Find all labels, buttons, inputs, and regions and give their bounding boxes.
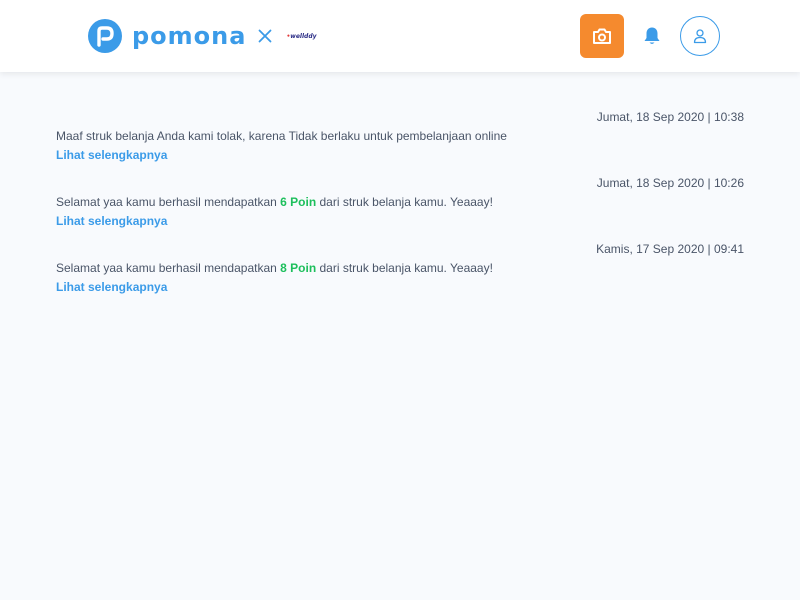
notification-message: Selamat yaa kamu berhasil mendapatkan 8 … [56,261,493,275]
partner-logo-text: wellddy [290,32,317,40]
notification-message: Maaf struk belanja Anda kami tolak, kare… [56,129,507,143]
notification-item: Kamis, 17 Sep 2020 | 09:41 Selamat yaa k… [56,242,744,308]
bell-icon [644,27,660,44]
times-icon [258,29,272,43]
see-more-link[interactable]: Lihat selengkapnya [56,148,167,162]
brand-name: pomona [132,22,247,50]
camera-button[interactable] [580,14,624,58]
points-value: 8 Poin [280,261,317,275]
notification-time: Jumat, 18 Sep 2020 | 10:26 [596,176,744,190]
points-value: 6 Poin [280,195,317,209]
message-text: Selamat yaa kamu berhasil mendapatkan [56,195,281,209]
message-text: dari struk belanja kamu. Yeaaay! [316,195,493,209]
profile-button[interactable] [680,16,720,56]
notification-message: Selamat yaa kamu berhasil mendapatkan 6 … [56,195,493,209]
see-more-link[interactable]: Lihat selengkapnya [56,280,167,294]
brand[interactable]: pomona • wellddy [88,18,317,54]
notification-bell-button[interactable] [640,24,664,48]
notification-list: Jumat, 18 Sep 2020 | 10:38 Maaf struk be… [56,110,744,308]
user-icon [693,29,707,44]
top-header: pomona • wellddy [0,0,800,72]
pomona-logo-icon [88,19,122,53]
camera-icon [593,28,611,44]
notification-item: Jumat, 18 Sep 2020 | 10:26 Selamat yaa k… [56,176,744,242]
notification-time: Jumat, 18 Sep 2020 | 10:38 [596,110,744,124]
message-text: dari struk belanja kamu. Yeaaay! [316,261,493,275]
notification-item: Jumat, 18 Sep 2020 | 10:38 Maaf struk be… [56,110,744,176]
notification-time: Kamis, 17 Sep 2020 | 09:41 [596,242,744,256]
partner-logo: • wellddy [286,33,316,40]
message-text: Selamat yaa kamu berhasil mendapatkan [56,261,281,275]
see-more-link[interactable]: Lihat selengkapnya [56,214,167,228]
